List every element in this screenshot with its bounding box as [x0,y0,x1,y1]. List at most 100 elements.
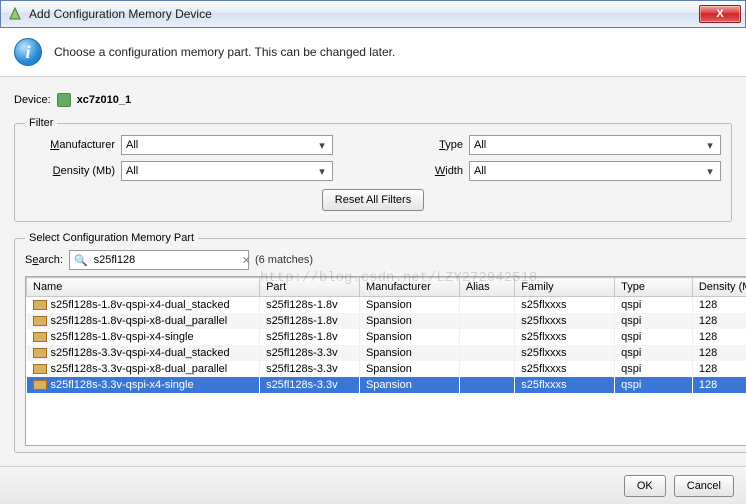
matches-text: (6 matches) [255,254,313,266]
cell-part-text: s25fl128s-1.8v [266,315,338,327]
close-button[interactable]: X [699,5,741,23]
table-row[interactable]: s25fl128s-3.3v-qspi-x8-dual_parallel s25f… [27,361,746,377]
cell-manufacturer: Spansion [359,329,459,345]
table-row[interactable]: s25fl128s-3.3v-qspi-x4-singles25fl128s-3… [27,377,746,393]
cell-family: s25flxxxs [515,377,615,393]
cell-family: s25flxxxs [515,345,615,361]
cell-type-text: qspi [621,379,641,391]
parts-table: Name Part Manufacturer Alias Family Type… [26,277,746,393]
cell-manufacturer-text: Spansion [366,299,412,311]
col-manufacturer[interactable]: Manufacturer [359,278,459,297]
cell-family-text: s25flxxxs [521,331,566,343]
info-text: Choose a configuration memory part. This… [54,45,395,59]
clear-search-icon[interactable]: ✕ [242,254,251,267]
cell-density: 128 [692,361,746,377]
cell-alias [459,345,514,361]
cell-part: s25fl128s-3.3v [260,377,360,393]
width-combo[interactable]: All ▾ [469,161,721,181]
info-bar: i Choose a configuration memory part. Th… [0,28,746,77]
col-family[interactable]: Family [515,278,615,297]
app-icon [7,6,23,22]
width-label: Width [413,165,463,177]
cell-density: 128 [692,329,746,345]
cell-family: s25flxxxs [515,329,615,345]
cell-type: qspi [615,345,693,361]
search-input[interactable]: 🔍 ✕ [69,250,249,270]
cell-density-text: 128 [699,379,717,391]
memory-part-icon [33,348,47,358]
cell-family: s25flxxxs [515,313,615,329]
manufacturer-value: All [126,139,138,151]
col-name[interactable]: Name [27,278,260,297]
cell-manufacturer: Spansion [359,297,459,314]
cell-part-text: s25fl128s-1.8v [266,331,338,343]
chevron-down-icon: ▾ [314,138,330,152]
cell-name-text: s25fl128s-3.3v-qspi-x4-dual_stacked [51,347,230,359]
cell-type-text: qspi [621,363,641,375]
cell-density: 128 [692,345,746,361]
cell-alias [459,297,514,314]
density-label: Density (Mb) [25,165,115,177]
cell-manufacturer-text: Spansion [366,315,412,327]
reset-filters-label: Reset All Filters [335,194,411,206]
reset-filters-button[interactable]: Reset All Filters [322,189,424,211]
cell-manufacturer-text: Spansion [366,379,412,391]
cell-part: s25fl128s-3.3v [260,345,360,361]
cell-density-text: 128 [699,363,717,375]
ok-button[interactable]: OK [624,475,666,497]
type-combo[interactable]: All ▾ [469,135,721,155]
cell-density-text: 128 [699,331,717,343]
col-density[interactable]: Density (Mb) [692,278,746,297]
cell-family: s25flxxxs [515,361,615,377]
filter-group: Filter Manufacturer All ▾ Type All ▾ Den… [14,117,732,222]
cell-manufacturer: Spansion [359,345,459,361]
cell-name: s25fl128s-3.3v-qspi-x4-single [27,377,260,393]
memory-part-icon [33,364,47,374]
cell-manufacturer-text: Spansion [366,331,412,343]
cell-part-text: s25fl128s-3.3v [266,347,338,359]
cell-part-text: s25fl128s-1.8v [266,299,338,311]
col-part[interactable]: Part [260,278,360,297]
cell-alias [459,313,514,329]
cell-family-text: s25flxxxs [521,379,566,391]
cell-name: s25fl128s-1.8v-qspi-x4-single [27,329,260,345]
device-label: Device: [14,94,51,106]
cell-density: 128 [692,297,746,314]
cell-manufacturer-text: Spansion [366,363,412,375]
window-title: Add Configuration Memory Device [29,7,699,21]
manufacturer-combo[interactable]: All ▾ [121,135,333,155]
col-alias[interactable]: Alias [459,278,514,297]
table-row[interactable]: s25fl128s-1.8v-qspi-x4-dual_stackeds25fl… [27,297,746,314]
cell-manufacturer: Spansion [359,313,459,329]
memory-part-icon [33,380,47,390]
cell-part: s25fl128s-1.8v [260,313,360,329]
cell-family: s25flxxxs [515,297,615,314]
cell-type: qspi [615,329,693,345]
memory-part-icon [33,316,47,326]
device-row: Device: xc7z010_1 [14,93,732,107]
table-row[interactable]: s25fl128s-3.3v-qspi-x4-dual_stacked s25fl… [27,345,746,361]
parts-table-wrap[interactable]: Name Part Manufacturer Alias Family Type… [25,276,746,446]
cell-type-text: qspi [621,331,641,343]
cell-alias [459,377,514,393]
cell-family-text: s25flxxxs [521,363,566,375]
type-value: All [474,139,486,151]
content-area: Device: xc7z010_1 Filter Manufacturer Al… [0,77,746,503]
table-row[interactable]: s25fl128s-1.8v-qspi-x8-dual_parallels25f… [27,313,746,329]
select-part-legend: Select Configuration Memory Part [25,232,198,244]
search-field[interactable] [92,253,238,267]
cell-type: qspi [615,361,693,377]
table-row[interactable]: s25fl128s-1.8v-qspi-x4-single s25fl128s-1… [27,329,746,345]
cell-alias [459,329,514,345]
cancel-button[interactable]: Cancel [674,475,734,497]
cell-name-text: s25fl128s-3.3v-qspi-x8-dual_parallel [51,363,228,375]
cell-manufacturer-text: Spansion [366,347,412,359]
cell-type: qspi [615,377,693,393]
memory-part-icon [33,332,47,342]
cell-part-text: s25fl128s-3.3v [266,363,338,375]
cancel-label: Cancel [687,480,721,492]
col-type[interactable]: Type [615,278,693,297]
select-part-group: Select Configuration Memory Part Search:… [14,232,746,453]
density-combo[interactable]: All ▾ [121,161,333,181]
device-value: xc7z010_1 [77,94,131,106]
